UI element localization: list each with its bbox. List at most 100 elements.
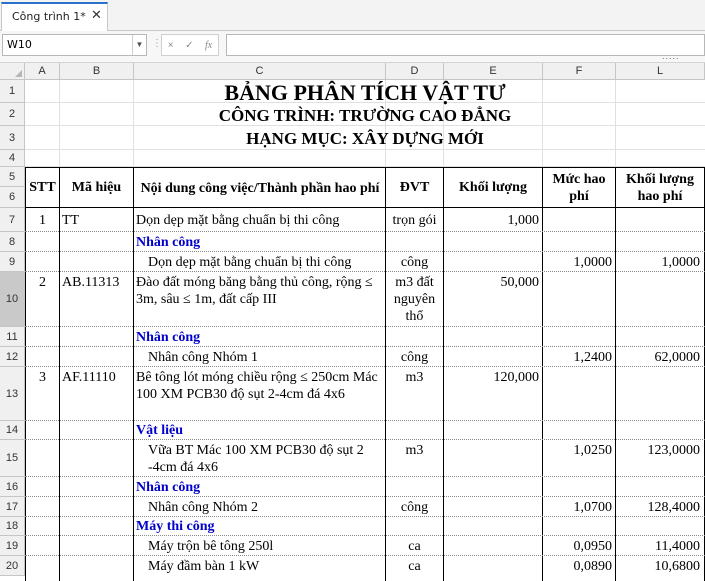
table-cell[interactable]: 10,6800 [616, 558, 702, 575]
row-header-2[interactable]: 2 [0, 103, 25, 126]
row-header-9[interactable]: 9 [0, 252, 25, 272]
row-header-20[interactable]: 20 [0, 556, 25, 576]
section-label[interactable]: Vật liệu [136, 422, 384, 439]
column-header-c[interactable]: C [134, 63, 386, 80]
table-cell[interactable]: 128,4000 [616, 499, 702, 516]
formula-input[interactable] [226, 34, 705, 56]
table-cell[interactable]: Nhân công Nhóm 2 [148, 499, 384, 516]
table-cell[interactable]: Đào đất móng băng bằng thủ công, rộng ≤ … [136, 274, 382, 326]
row-header-15[interactable]: 15 [0, 440, 25, 477]
table-cell[interactable]: 123,0000 [616, 442, 702, 459]
row-header-5[interactable]: 5 [0, 167, 25, 187]
chevron-down-icon[interactable]: ▼ [132, 35, 146, 55]
table-cell[interactable]: 1 [26, 212, 59, 229]
row-header-13[interactable]: 13 [0, 367, 25, 421]
header-code: Mã hiệu [71, 180, 122, 195]
column-header-b[interactable]: B [60, 63, 134, 80]
section-label[interactable]: Máy thi công [136, 518, 384, 535]
close-icon[interactable]: ✕ [91, 8, 102, 23]
table-cell[interactable]: 3 [26, 369, 59, 386]
table-cell[interactable]: m3 [386, 442, 443, 459]
table-cell[interactable]: 1,2400 [543, 349, 614, 366]
column-header-e[interactable]: E [444, 63, 543, 80]
table-cell[interactable]: Vữa BT Mác 100 XM PCB30 độ sụt 2 -4cm đá… [148, 442, 382, 476]
project-title: CÔNG TRÌNH: TRƯỜNG CAO ĐẲNG [218, 106, 512, 125]
row-separator [25, 535, 705, 536]
table-cell[interactable]: ca [386, 538, 443, 555]
row-header-8[interactable]: 8 [0, 232, 25, 252]
name-box-value: W10 [7, 38, 32, 51]
confirm-icon[interactable]: ✓ [185, 40, 193, 51]
row-header-16[interactable]: 16 [0, 477, 25, 497]
table-cell[interactable]: TT [62, 212, 132, 229]
table-cell[interactable]: 1,0250 [543, 442, 614, 459]
table-cell[interactable]: Dọn dẹp mặt bằng chuẩn bị thi công [148, 254, 384, 271]
section-label[interactable]: Nhân công [136, 329, 384, 346]
row-header-17[interactable]: 17 [0, 497, 25, 517]
table-cell[interactable]: 1,0000 [543, 254, 614, 271]
tab-label: Công trình 1* [12, 10, 86, 23]
column-header-l[interactable]: L [616, 63, 705, 80]
table-cell[interactable]: 1,0000 [616, 254, 702, 271]
row-header-6[interactable]: 6 [0, 187, 25, 208]
table-cell[interactable]: ca [386, 558, 443, 575]
row-header-14[interactable]: 14 [0, 421, 25, 440]
table-cell[interactable]: công [386, 499, 443, 516]
table-cell[interactable]: m3 [386, 369, 443, 386]
table-cell[interactable]: 0,0950 [543, 538, 614, 555]
row-separator [25, 231, 705, 232]
row-separator [25, 271, 705, 272]
row-header-7[interactable]: 7 [0, 208, 25, 232]
table-cell[interactable]: Nhân công Nhóm 1 [148, 349, 384, 366]
row-separator [25, 476, 705, 477]
table-cell[interactable]: 1,000 [444, 212, 541, 229]
table-cell[interactable]: 50,000 [444, 274, 541, 291]
select-all-corner[interactable] [0, 63, 25, 80]
function-icon[interactable]: fx [205, 40, 212, 51]
document-tab[interactable]: Công trình 1* ✕ [1, 2, 108, 31]
formula-bar: W10 ▼ ⋮ × ✓ fx ..... [0, 31, 705, 63]
table-cell[interactable]: AB.11313 [62, 274, 132, 291]
table-cell[interactable]: Bê tông lót móng chiều rộng ≤ 250cm Mác … [136, 369, 380, 420]
row-separator [25, 420, 705, 421]
header-content: Nội dung công việc/Thành phần hao phí [140, 180, 380, 196]
table-cell[interactable]: 2 [26, 274, 59, 291]
section-label[interactable]: Nhân công [136, 234, 384, 251]
table-cell[interactable]: công [386, 254, 443, 271]
row-separator [25, 366, 705, 367]
row-header-10[interactable]: 10 [0, 272, 25, 327]
table-cell[interactable]: Dọn dẹp mặt bằng chuẩn bị thi công [136, 212, 384, 229]
table-cell[interactable]: m3 đất nguyên thổ [387, 274, 442, 326]
row-header-1[interactable]: 1 [0, 80, 25, 103]
row-separator [25, 251, 705, 252]
row-separator [25, 496, 705, 497]
table-cell[interactable]: 11,4000 [616, 538, 702, 555]
header-rate: Mức hao phí [552, 172, 606, 204]
column-header-d[interactable]: D [386, 63, 444, 80]
table-cell[interactable]: trọn gói [386, 212, 443, 229]
table-cell[interactable]: 0,0890 [543, 558, 614, 575]
table-cell[interactable]: AF.11110 [62, 369, 132, 386]
table-cell[interactable]: 120,000 [444, 369, 541, 386]
row-header-19[interactable]: 19 [0, 536, 25, 556]
document-tab-bar: Công trình 1* ✕ [0, 0, 705, 31]
cancel-icon[interactable]: × [168, 40, 174, 51]
expand-formula-handle[interactable]: ..... [662, 51, 680, 61]
column-header-f[interactable]: F [543, 63, 616, 80]
table-border [542, 167, 543, 581]
table-cell[interactable]: 1,0700 [543, 499, 614, 516]
column-header-a[interactable]: A [25, 63, 60, 80]
table-cell[interactable]: 62,0000 [616, 349, 702, 366]
section-label[interactable]: Nhân công [136, 479, 384, 496]
spreadsheet-grid[interactable]: A B C D E F L 1 2 3 4 5 6 7 8 9 10 11 12… [0, 63, 705, 581]
row-header-12[interactable]: 12 [0, 347, 25, 367]
row-header-11[interactable]: 11 [0, 327, 25, 347]
row-header-18[interactable]: 18 [0, 517, 25, 536]
table-border [133, 167, 134, 581]
row-header-4[interactable]: 4 [0, 150, 25, 167]
row-header-3[interactable]: 3 [0, 126, 25, 150]
table-cell[interactable]: Máy đầm bàn 1 kW [148, 558, 384, 575]
name-box[interactable]: W10 ▼ [2, 34, 147, 56]
table-cell[interactable]: công [386, 349, 443, 366]
table-cell[interactable]: Máy trộn bê tông 250l [148, 538, 384, 555]
